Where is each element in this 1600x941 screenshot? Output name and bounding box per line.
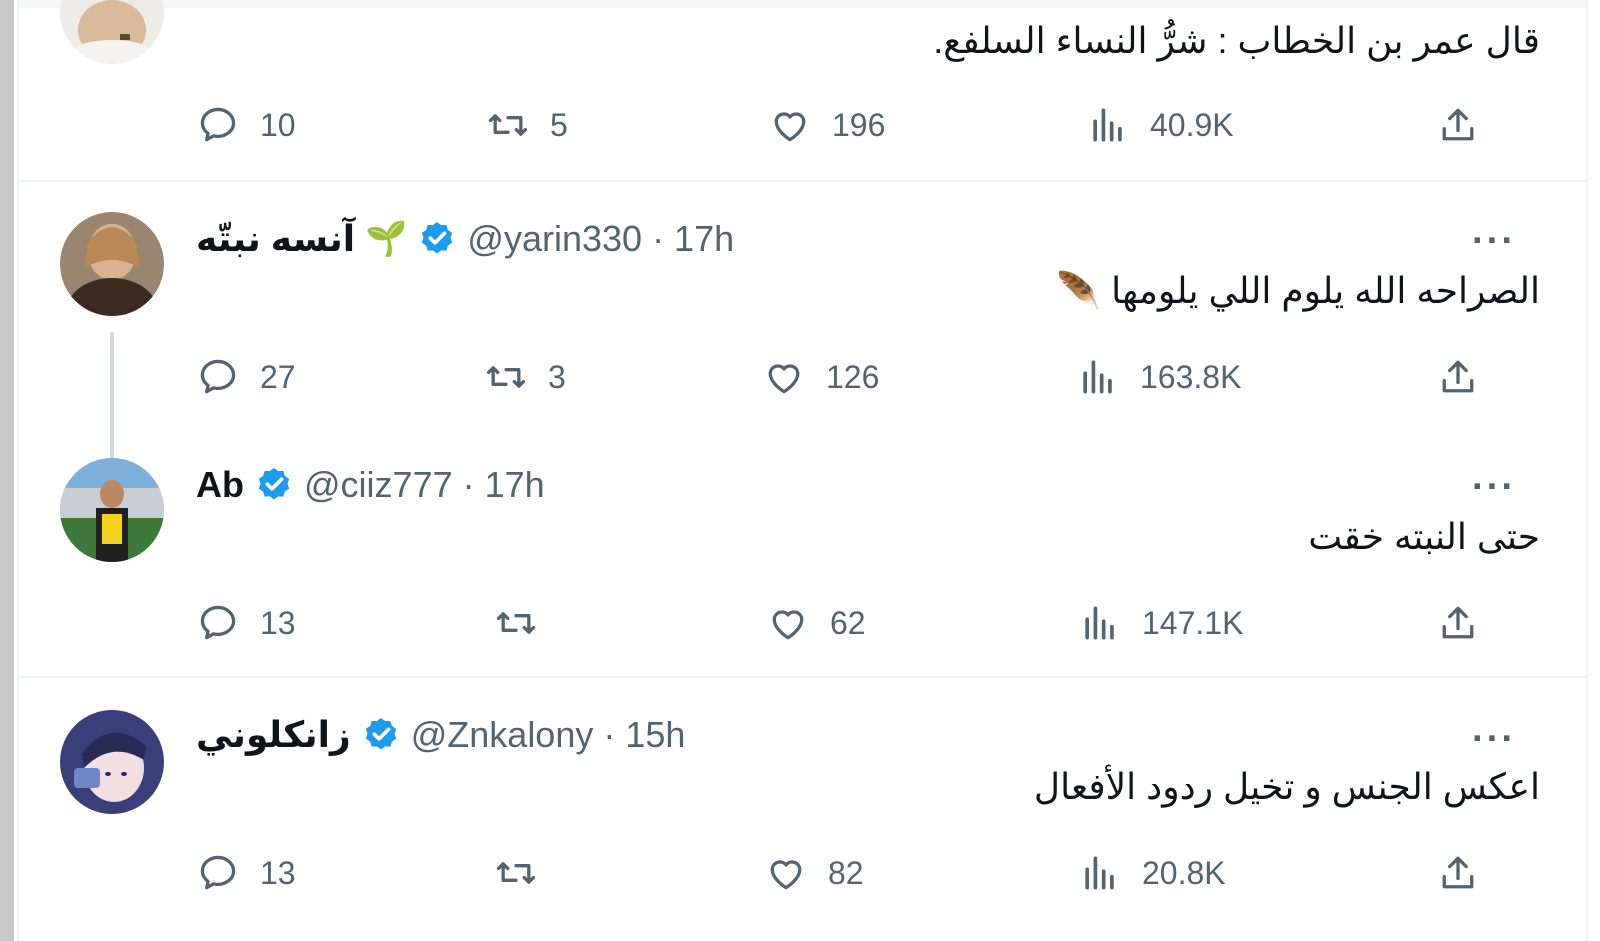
share-icon	[1442, 606, 1474, 639]
like-count: 126	[826, 358, 880, 395]
reply-count: 13	[260, 854, 296, 891]
share-button[interactable]	[1436, 352, 1480, 402]
retweet-icon	[488, 114, 528, 136]
tweet-text: قال عمر بن الخطاب : شرُّ النساء السلفع.	[933, 20, 1540, 61]
tweet-header: Ab @ciiz777 · 17h	[196, 460, 545, 510]
share-button[interactable]	[1436, 598, 1480, 648]
window-edge	[0, 0, 14, 941]
like-icon	[770, 860, 802, 890]
tweet-header: آنسه نبتّه 🌱 @yarin330 · 17h	[196, 214, 734, 264]
more-icon[interactable]: ···	[1472, 718, 1516, 760]
like-button[interactable]: 126	[762, 352, 879, 402]
tweet-text: اعكس الجنس و تخيل ردود الأفعال	[1033, 766, 1540, 807]
tweet-header: زانكلوني @Znkalony · 15h	[196, 710, 685, 760]
tweet-text: حتى النبته خقت	[1308, 516, 1540, 557]
tweet-text-body: الصراحه الله يلوم اللي يلومها	[1111, 270, 1540, 311]
reply-count: 10	[260, 106, 296, 143]
tweet-actions: 10 5 196 40.9K	[196, 100, 1556, 150]
reply-count: 27	[260, 358, 296, 395]
more-icon[interactable]: ···	[1472, 466, 1516, 508]
tweet-divider	[19, 676, 1586, 678]
retweet-icon	[496, 612, 536, 634]
previous-tweet-edge	[19, 0, 1586, 8]
seedling-emoji: 🌱	[365, 220, 408, 258]
like-button[interactable]: 62	[766, 598, 866, 648]
views-button[interactable]: 163.8K	[1076, 352, 1241, 402]
reply-icon	[200, 107, 236, 142]
avatar[interactable]	[60, 212, 164, 316]
views-icon	[1085, 856, 1114, 890]
tweet-time[interactable]: · 17h	[652, 218, 734, 260]
retweet-count: 5	[550, 106, 568, 143]
avatar[interactable]	[60, 710, 164, 814]
user-handle[interactable]: @ciiz777	[304, 464, 453, 506]
views-count: 147.1K	[1142, 604, 1244, 641]
user-name[interactable]: Ab	[196, 464, 244, 506]
tweet-actions: 27 3 126 163.8K	[196, 352, 1556, 402]
like-count: 82	[828, 854, 864, 891]
share-icon	[1442, 856, 1474, 889]
column-border-left	[17, 0, 19, 941]
like-icon	[772, 610, 804, 640]
reply-icon	[200, 605, 236, 640]
user-name[interactable]: آنسه نبتّه	[196, 218, 355, 260]
verified-badge-icon	[258, 468, 290, 500]
like-button[interactable]: 196	[768, 100, 885, 150]
views-count: 40.9K	[1150, 106, 1234, 143]
user-name[interactable]: زانكلوني	[196, 714, 351, 756]
views-icon	[1083, 360, 1112, 394]
reply-button[interactable]: 10	[196, 100, 296, 150]
tweet-time[interactable]: · 17h	[463, 464, 545, 506]
thread-line	[110, 332, 114, 462]
tweet-actions: 13 82 20.8K	[196, 848, 1556, 898]
verified-badge-icon	[422, 222, 453, 254]
reply-count: 13	[260, 604, 296, 641]
avatar[interactable]	[60, 0, 164, 64]
reply-button[interactable]: 13	[196, 848, 296, 898]
views-button[interactable]: 40.9K	[1086, 100, 1234, 150]
user-handle[interactable]: @yarin330	[467, 218, 642, 260]
reply-icon	[200, 855, 236, 890]
views-button[interactable]: 20.8K	[1078, 848, 1226, 898]
like-button[interactable]: 82	[764, 848, 864, 898]
like-count: 62	[830, 604, 866, 641]
tweet-time[interactable]: · 15h	[603, 714, 685, 756]
views-count: 163.8K	[1140, 358, 1242, 395]
verified-badge-icon	[365, 718, 396, 750]
tweet-divider	[19, 180, 1586, 182]
avatar[interactable]	[60, 458, 164, 562]
like-count: 196	[832, 106, 886, 143]
views-button[interactable]: 147.1K	[1078, 598, 1243, 648]
reply-button[interactable]: 27	[196, 352, 296, 402]
reply-icon	[200, 359, 236, 394]
retweet-button[interactable]: 3	[484, 352, 566, 402]
timeline: قال عمر بن الخطاب : شرُّ النساء السلفع. …	[0, 0, 1600, 941]
share-button[interactable]	[1436, 848, 1480, 898]
user-handle[interactable]: @Znkalony	[411, 714, 594, 756]
retweet-icon	[486, 366, 526, 388]
retweet-button[interactable]	[494, 848, 558, 898]
like-icon	[768, 364, 800, 394]
like-icon	[774, 112, 806, 142]
views-icon	[1085, 606, 1114, 640]
feather-emoji: 🪶	[1056, 270, 1102, 311]
retweet-icon	[496, 862, 536, 884]
reply-button[interactable]: 13	[196, 598, 296, 648]
tweet-text: الصراحه الله يلوم اللي يلومها 🪶	[1056, 270, 1540, 320]
views-icon	[1093, 108, 1122, 142]
more-icon[interactable]: ···	[1472, 220, 1516, 262]
share-icon	[1442, 108, 1474, 141]
retweet-button[interactable]	[494, 598, 558, 648]
views-count: 20.8K	[1142, 854, 1226, 891]
share-icon	[1442, 360, 1474, 393]
column-border-right	[1586, 0, 1588, 941]
share-button[interactable]	[1436, 100, 1480, 150]
tweet-actions: 13 62 147.1K	[196, 598, 1556, 648]
retweet-count: 3	[548, 358, 566, 395]
retweet-button[interactable]: 5	[486, 100, 568, 150]
